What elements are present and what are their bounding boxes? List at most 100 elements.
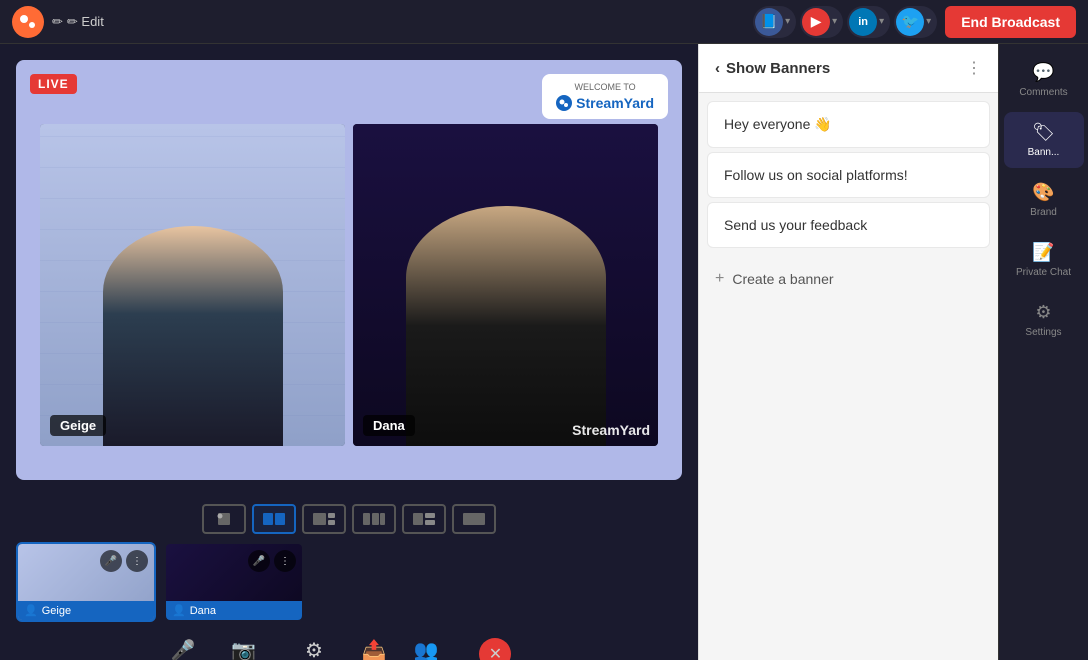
thumbnail-controls-geige: 🎤 ⋮: [100, 550, 148, 572]
edit-button[interactable]: ✏ ✏ Edit: [52, 14, 104, 30]
bottom-toolbar: 🎤 Mute 📷 Hide Cam ⚙ Cam/Mic 📤 Share 👥 In…: [0, 630, 698, 660]
avatar-twitter[interactable]: 🐦 ▾: [894, 6, 937, 38]
banners-label: Bann...: [1028, 147, 1060, 158]
invite-icon: 👥: [414, 638, 439, 660]
banner-item-2[interactable]: Send us your feedback: [707, 202, 990, 248]
thumbnail-name-geige: 👤 Geige: [18, 601, 154, 620]
studio-area: LIVE WELCOME TO StreamYard: [0, 44, 698, 660]
private-chat-icon: 📝: [1032, 242, 1054, 263]
main-content: LIVE WELCOME TO StreamYard: [0, 44, 1088, 660]
banners-side-panel: ‹ Show Banners ⋮ Hey everyone 👋 Follow u…: [698, 44, 998, 660]
streamyard-logo-icon: [556, 95, 572, 111]
layout-fullscreen[interactable]: [452, 504, 496, 534]
avatar-facebook[interactable]: 📘 ▾: [753, 6, 796, 38]
thumbnail-name-dana: 👤 Dana: [166, 601, 302, 620]
welcome-text: WELCOME TO: [574, 82, 635, 92]
invite-button[interactable]: 👥 Invite: [413, 638, 439, 660]
brand-icon: 🎨: [1032, 182, 1054, 203]
cam-mic-button[interactable]: ⚙ Cam/Mic: [292, 638, 335, 660]
layout-fullscreen-icon: [462, 511, 486, 527]
pencil-icon: ✏: [52, 14, 63, 30]
avatar-youtube[interactable]: ▶ ▾: [800, 6, 843, 38]
more-thumbnail-geige[interactable]: ⋮: [126, 550, 148, 572]
avatar-group: 📘 ▾ ▶ ▾ in ▾ 🐦 ▾: [753, 6, 937, 38]
settings-cam-icon: ⚙: [305, 638, 323, 660]
video-person-dana: [353, 124, 658, 446]
side-panel-title: ‹ Show Banners: [715, 60, 830, 77]
layout-split-left[interactable]: [302, 504, 346, 534]
avatar-linkedin[interactable]: in ▾: [847, 6, 890, 38]
top-bar-right: 📘 ▾ ▶ ▾ in ▾ 🐦 ▾: [753, 6, 1076, 38]
person-name-geige: Geige: [50, 415, 106, 436]
mute-thumbnail-dana[interactable]: 🎤: [248, 550, 270, 572]
thumbnail-dana[interactable]: 🎤 ⋮ 👤 Dana: [164, 542, 304, 622]
person-silhouette-dana: [406, 206, 606, 446]
settings-panel-button[interactable]: ⚙ Settings: [1004, 292, 1084, 348]
thumbnails: 🎤 ⋮ 👤 Geige 🎤 ⋮ 👤 Dana: [0, 542, 698, 630]
chevron-down-icon: ▾: [879, 16, 884, 27]
mute-button[interactable]: 🎤 Mute: [170, 638, 195, 660]
brand-label: Brand: [1030, 207, 1057, 218]
app-logo: [12, 6, 44, 38]
camera-icon: 📷: [231, 638, 256, 660]
layout-three-icon: [362, 511, 386, 527]
brand-panel-button[interactable]: 🎨 Brand: [1004, 172, 1084, 228]
streamyard-logo-badge: WELCOME TO StreamYard: [542, 74, 668, 119]
comments-icon: 💬: [1032, 62, 1054, 83]
layout-three[interactable]: [352, 504, 396, 534]
live-badge: LIVE: [30, 74, 77, 94]
thumbnail-geige[interactable]: 🎤 ⋮ 👤 Geige: [16, 542, 156, 622]
layout-selector: [0, 496, 698, 542]
settings-label: Settings: [1025, 327, 1061, 338]
layout-two-icon: [262, 511, 286, 527]
banner-item-0[interactable]: Hey everyone 👋: [707, 101, 990, 148]
streamyard-watermark: StreamYard: [572, 422, 650, 438]
chevron-left-icon[interactable]: ‹: [715, 60, 720, 77]
avatar-circle: ▶: [802, 8, 830, 36]
chevron-down-icon: ▾: [926, 16, 931, 27]
panel-menu-icon[interactable]: ⋮: [966, 58, 982, 78]
person-silhouette-geige: [103, 226, 283, 446]
chevron-down-icon: ▾: [785, 16, 790, 27]
edit-label: ✏ Edit: [67, 14, 104, 30]
layout-split-left-icon: [312, 511, 336, 527]
private-chat-panel-button[interactable]: 📝 Private Chat: [1004, 232, 1084, 288]
create-banner-button[interactable]: + Create a banner: [699, 256, 998, 302]
canvas-wrapper: LIVE WELCOME TO StreamYard: [0, 44, 698, 496]
layout-wide[interactable]: [402, 504, 446, 534]
avatar-circle: in: [849, 8, 877, 36]
person-icon: 👤: [172, 604, 186, 617]
layout-single-icon: [212, 511, 236, 527]
person-name-dana: Dana: [363, 415, 415, 436]
mute-thumbnail-geige[interactable]: 🎤: [100, 550, 122, 572]
avatar-circle: 🐦: [896, 8, 924, 36]
leave-studio-button[interactable]: ✕ Leave Studio: [463, 638, 527, 660]
side-panel-header: ‹ Show Banners ⋮: [699, 44, 998, 93]
video-feed-geige: Geige: [40, 124, 345, 446]
comments-panel-button[interactable]: 💬 Comments: [1004, 52, 1084, 108]
layout-two-person[interactable]: [252, 504, 296, 534]
end-broadcast-button[interactable]: End Broadcast: [945, 6, 1076, 38]
video-person-geige: [40, 124, 345, 446]
banner-item-1[interactable]: Follow us on social platforms!: [707, 152, 990, 198]
right-panel: 💬 Comments 🏷 Bann... 🎨 Brand 📝 Private C…: [998, 44, 1088, 660]
plus-icon: +: [715, 270, 724, 288]
share-icon: 📤: [362, 638, 387, 660]
top-bar: ✏ ✏ Edit 📘 ▾ ▶ ▾ in ▾: [0, 0, 1088, 44]
banner-list: Hey everyone 👋 Follow us on social platf…: [699, 93, 998, 256]
hide-cam-button[interactable]: 📷 Hide Cam: [219, 638, 268, 660]
comments-label: Comments: [1019, 87, 1067, 98]
share-button[interactable]: 📤 Share: [360, 638, 389, 660]
thumbnail-controls-dana: 🎤 ⋮: [248, 550, 296, 572]
create-banner-label: Create a banner: [732, 271, 833, 287]
private-chat-label: Private Chat: [1016, 267, 1071, 278]
banners-icon: 🏷: [1032, 122, 1055, 143]
layout-single[interactable]: [202, 504, 246, 534]
more-thumbnail-dana[interactable]: ⋮: [274, 550, 296, 572]
broadcast-canvas: LIVE WELCOME TO StreamYard: [16, 60, 682, 480]
banners-panel-button[interactable]: 🏷 Bann...: [1004, 112, 1084, 168]
chevron-down-icon: ▾: [832, 16, 837, 27]
video-feed-dana: StreamYard Dana: [353, 124, 658, 446]
leave-icon: ✕: [479, 638, 511, 660]
settings-icon: ⚙: [1035, 302, 1051, 323]
